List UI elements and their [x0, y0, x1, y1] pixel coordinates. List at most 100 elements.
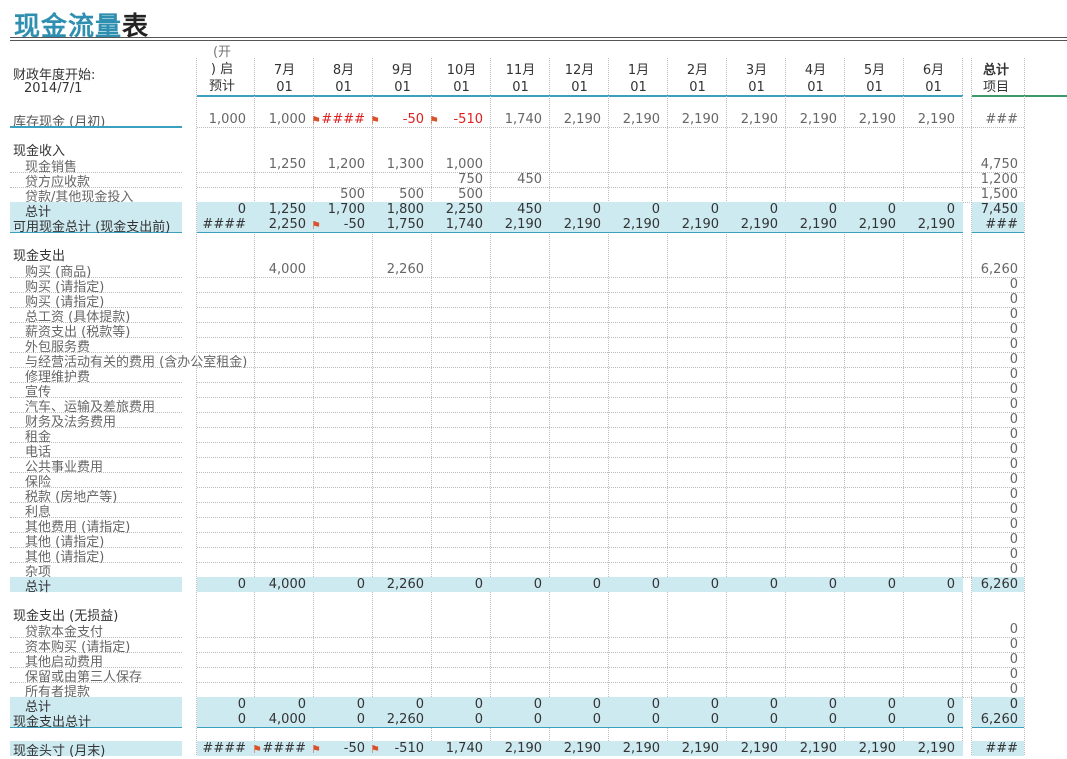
month-value-cell[interactable]: 0: [662, 577, 719, 592]
month-header[interactable]: 5月 01: [845, 62, 904, 96]
total-value-cell[interactable]: 6,260: [962, 577, 1018, 592]
month-value-cell[interactable]: 2,190: [839, 217, 896, 232]
total-value-cell[interactable]: 0: [962, 397, 1018, 412]
total-value-cell[interactable]: ###: [962, 112, 1018, 127]
month-value-cell[interactable]: 0: [485, 712, 542, 727]
total-value-cell[interactable]: 0: [962, 337, 1018, 352]
month-value-cell[interactable]: 0: [721, 697, 778, 712]
month-value-cell[interactable]: 2,190: [544, 741, 601, 756]
month-value-cell[interactable]: 0: [603, 697, 660, 712]
month-value-cell[interactable]: 0: [898, 697, 955, 712]
month-value-cell[interactable]: 0: [544, 712, 601, 727]
month-header[interactable]: 6月 01: [904, 62, 963, 96]
month-value-cell[interactable]: 2,260: [367, 262, 424, 277]
month-value-cell[interactable]: 0: [544, 202, 601, 217]
month-value-cell[interactable]: 0: [308, 697, 365, 712]
total-value-cell[interactable]: 0: [962, 472, 1018, 487]
month-value-cell[interactable]: 750: [426, 172, 483, 187]
month-value-cell[interactable]: 2,190: [898, 741, 955, 756]
month-value-cell[interactable]: 0: [662, 697, 719, 712]
total-value-cell[interactable]: 0: [962, 412, 1018, 427]
fiscal-year-date[interactable]: 2014/7/1: [24, 81, 82, 96]
month-value-cell[interactable]: 2,190: [662, 741, 719, 756]
month-value-cell[interactable]: 0: [426, 712, 483, 727]
month-value-cell[interactable]: 1,700: [308, 202, 365, 217]
start-value-cell[interactable]: 0: [189, 202, 246, 217]
total-value-cell[interactable]: ###: [962, 741, 1018, 756]
start-value-cell[interactable]: 0: [189, 712, 246, 727]
total-value-cell[interactable]: 0: [962, 457, 1018, 472]
month-value-cell[interactable]: 1,740: [426, 217, 483, 232]
month-value-cell[interactable]: 2,250: [249, 217, 306, 232]
month-value-cell[interactable]: 2,190: [603, 112, 660, 127]
month-value-cell[interactable]: 0: [426, 577, 483, 592]
month-value-cell[interactable]: 0: [308, 577, 365, 592]
month-value-cell[interactable]: 0: [603, 577, 660, 592]
month-value-cell[interactable]: 2,190: [839, 112, 896, 127]
month-value-cell[interactable]: 2,190: [544, 112, 601, 127]
total-value-cell[interactable]: 1,200: [962, 172, 1018, 187]
month-value-cell[interactable]: 0: [426, 697, 483, 712]
month-value-cell[interactable]: 0: [898, 577, 955, 592]
month-value-cell[interactable]: 2,190: [662, 112, 719, 127]
month-value-cell[interactable]: 2,190: [839, 741, 896, 756]
month-value-cell[interactable]: 1,300: [367, 157, 424, 172]
month-value-cell[interactable]: 450: [485, 172, 542, 187]
total-value-cell[interactable]: 0: [962, 427, 1018, 442]
month-value-cell[interactable]: 0: [544, 697, 601, 712]
start-value-cell[interactable]: ####: [189, 217, 246, 232]
total-value-cell[interactable]: 0: [962, 307, 1018, 322]
month-value-cell[interactable]: 1,750: [367, 217, 424, 232]
month-value-cell[interactable]: 0: [780, 202, 837, 217]
month-value-cell[interactable]: 0: [780, 577, 837, 592]
month-value-cell[interactable]: 2,260: [367, 712, 424, 727]
month-value-cell[interactable]: 0: [898, 202, 955, 217]
total-value-cell[interactable]: 0: [962, 487, 1018, 502]
month-value-cell[interactable]: 0: [839, 202, 896, 217]
total-value-cell[interactable]: 0: [962, 532, 1018, 547]
month-value-cell[interactable]: 0: [721, 712, 778, 727]
month-value-cell[interactable]: 500: [308, 187, 365, 202]
month-value-cell[interactable]: ⚑ -510: [426, 112, 483, 127]
month-value-cell[interactable]: 1,740: [485, 112, 542, 127]
month-header[interactable]: 2月 01: [668, 62, 727, 96]
month-value-cell[interactable]: ⚑ ####: [249, 741, 306, 756]
total-value-cell[interactable]: 0: [962, 442, 1018, 457]
month-header[interactable]: 1月 01: [609, 62, 668, 96]
month-value-cell[interactable]: 2,190: [780, 112, 837, 127]
total-value-cell[interactable]: 0: [962, 697, 1018, 712]
month-value-cell[interactable]: 0: [780, 697, 837, 712]
month-value-cell[interactable]: 2,190: [780, 217, 837, 232]
month-value-cell[interactable]: 1,800: [367, 202, 424, 217]
total-value-cell[interactable]: 0: [962, 562, 1018, 577]
total-value-cell[interactable]: 0: [962, 382, 1018, 397]
total-value-cell[interactable]: ###: [962, 217, 1018, 232]
month-value-cell[interactable]: 1,000: [249, 112, 306, 127]
total-value-cell[interactable]: 0: [962, 652, 1018, 667]
total-value-cell[interactable]: 0: [962, 352, 1018, 367]
month-header[interactable]: 11月 01: [491, 62, 550, 96]
month-value-cell[interactable]: 500: [426, 187, 483, 202]
month-value-cell[interactable]: 4,000: [249, 712, 306, 727]
month-value-cell[interactable]: ⚑ -50: [308, 741, 365, 756]
month-value-cell[interactable]: 1,250: [249, 202, 306, 217]
month-header[interactable]: 4月 01: [786, 62, 845, 96]
total-value-cell[interactable]: 1,500: [962, 187, 1018, 202]
month-value-cell[interactable]: 0: [308, 712, 365, 727]
month-value-cell[interactable]: 1,250: [249, 157, 306, 172]
month-value-cell[interactable]: 0: [898, 712, 955, 727]
start-value-cell[interactable]: ####: [189, 741, 246, 756]
month-value-cell[interactable]: 2,190: [544, 217, 601, 232]
month-value-cell[interactable]: 0: [721, 577, 778, 592]
month-value-cell[interactable]: ⚑ -510: [367, 741, 424, 756]
month-value-cell[interactable]: 0: [721, 202, 778, 217]
total-value-cell[interactable]: 0: [962, 277, 1018, 292]
total-value-cell[interactable]: 7,450: [962, 202, 1018, 217]
start-value-cell[interactable]: 0: [189, 697, 246, 712]
month-header[interactable]: 7月 01: [255, 62, 314, 96]
month-value-cell[interactable]: 2,190: [721, 217, 778, 232]
month-value-cell[interactable]: 0: [603, 712, 660, 727]
month-value-cell[interactable]: 2,190: [898, 217, 955, 232]
start-value-cell[interactable]: 1,000: [189, 112, 246, 127]
total-value-cell[interactable]: 0: [962, 502, 1018, 517]
